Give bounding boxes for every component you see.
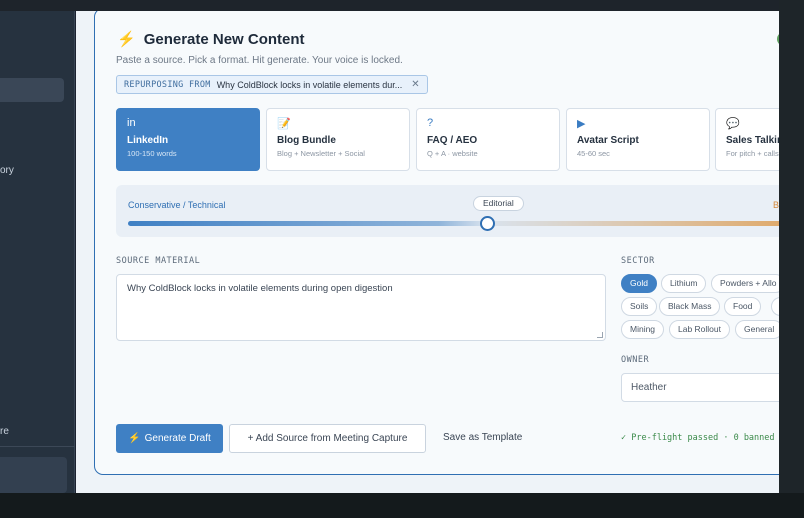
sidebar-item-label[interactable]: ory	[0, 165, 14, 176]
sector-option-powders-alloys[interactable]: Powders + Allo	[711, 274, 779, 293]
generate-draft-button[interactable]: ⚡ Generate Draft	[116, 424, 223, 453]
format-card-sales-talking[interactable]: 💬 Sales Talking For pitch + calls	[715, 108, 779, 171]
sector-option-soils[interactable]: Soils	[621, 297, 658, 316]
save-template-button[interactable]: Save as Template	[443, 432, 522, 443]
sector-label: SECTOR	[621, 256, 655, 266]
tone-current-label: Editorial	[473, 196, 524, 211]
sidebar-user-card[interactable]	[0, 457, 67, 493]
close-icon[interactable]: ✕	[411, 79, 419, 90]
card-header: ⚡ Generate New Content	[117, 30, 305, 49]
format-description: Q + A · website	[427, 149, 478, 158]
resize-handle-icon[interactable]	[597, 332, 603, 338]
tone-slider-track[interactable]	[128, 221, 779, 226]
sector-option-general[interactable]: General	[735, 320, 779, 339]
format-name: LinkedIn	[127, 135, 169, 146]
format-description: Blog + Newsletter + Social	[277, 149, 365, 158]
linkedin-icon: in	[127, 117, 136, 129]
tone-slider-handle[interactable]	[480, 216, 495, 231]
format-description: 45-60 sec	[577, 149, 610, 158]
format-card-linkedin[interactable]: in LinkedIn 100-150 words	[116, 108, 260, 171]
sector-option-food[interactable]: Food	[724, 297, 762, 316]
source-material-textarea[interactable]: Why ColdBlock locks in volatile elements…	[116, 274, 606, 341]
tone-left-label: Conservative / Technical	[128, 200, 226, 210]
add-source-button[interactable]: + Add Source from Meeting Capture	[229, 424, 426, 453]
tone-slider-panel: Conservative / Technical Editorial B	[116, 185, 779, 237]
window-top-edge	[0, 0, 804, 11]
sidebar-item-label[interactable]: re	[0, 426, 9, 437]
sidebar: ory re	[0, 11, 75, 493]
speech-bubble-icon: 💬	[726, 118, 740, 130]
format-name: Sales Talking	[726, 135, 779, 146]
generate-content-card: ⚡ Generate New Content Paste a source. P…	[94, 11, 779, 475]
preflight-status: ✓ Pre-flight passed · 0 banned	[621, 433, 775, 443]
generate-draft-label: Generate Draft	[144, 433, 211, 444]
sidebar-divider	[0, 446, 75, 447]
sector-option-gold[interactable]: Gold	[621, 274, 657, 293]
sector-option-lab-rollout[interactable]: Lab Rollout	[669, 320, 731, 339]
source-material-label: SOURCE MATERIAL	[116, 256, 201, 266]
owner-field[interactable]: Heather	[621, 373, 779, 402]
question-icon: ?	[427, 117, 434, 129]
sector-option-e[interactable]: E	[771, 297, 779, 316]
main-content: ⚡ Generate New Content Paste a source. P…	[76, 11, 779, 493]
window-right-edge	[779, 0, 804, 518]
page-title: Generate New Content	[143, 30, 305, 48]
format-name: Avatar Script	[577, 135, 639, 146]
lightning-bolt-icon: ⚡	[117, 31, 136, 48]
format-name: FAQ / AEO	[427, 135, 478, 146]
sector-option-black-mass[interactable]: Black Mass	[659, 297, 721, 316]
format-description: For pitch + calls	[726, 149, 779, 158]
play-icon: ▶	[577, 118, 586, 130]
memo-icon: 📝	[277, 118, 291, 130]
repurposing-key: REPURPOSING FROM	[124, 79, 211, 90]
repurposing-chip: REPURPOSING FROM Why ColdBlock locks in …	[116, 75, 428, 94]
page-subtitle: Paste a source. Pick a format. Hit gener…	[116, 55, 403, 66]
window-bottom-bar	[0, 493, 804, 518]
sector-option-lithium[interactable]: Lithium	[661, 274, 707, 293]
format-card-blog-bundle[interactable]: 📝 Blog Bundle Blog + Newsletter + Social	[266, 108, 410, 171]
format-card-avatar-script[interactable]: ▶ Avatar Script 45-60 sec	[566, 108, 710, 171]
sidebar-item-active[interactable]	[0, 78, 64, 102]
owner-label: OWNER	[621, 355, 650, 365]
repurposing-source-title: Why ColdBlock locks in volatile elements…	[216, 79, 403, 90]
format-card-faq-aeo[interactable]: ? FAQ / AEO Q + A · website	[416, 108, 560, 171]
sector-option-mining[interactable]: Mining	[621, 320, 665, 339]
format-description: 100-150 words	[127, 149, 177, 158]
source-material-text: Why ColdBlock locks in volatile elements…	[127, 283, 393, 294]
format-name: Blog Bundle	[277, 135, 336, 146]
lightning-bolt-icon: ⚡	[128, 433, 141, 444]
